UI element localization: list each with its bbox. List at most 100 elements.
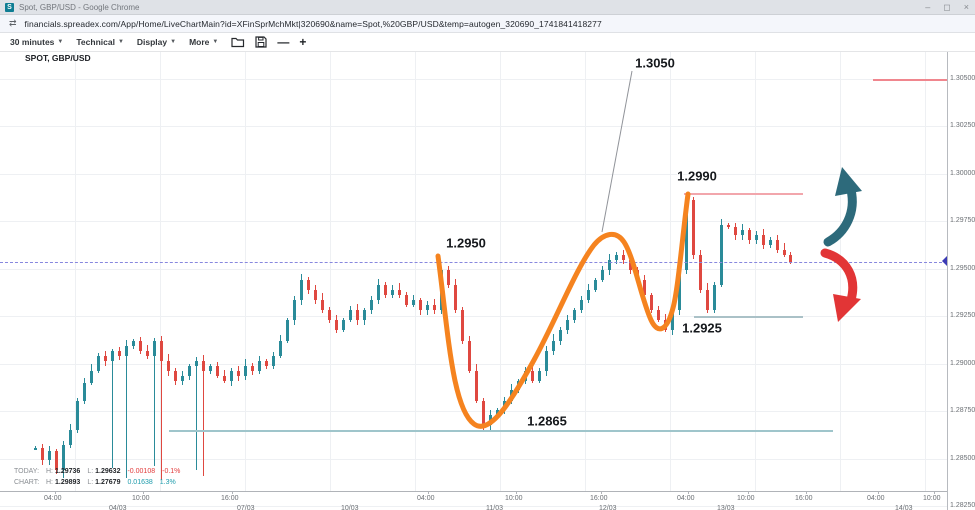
date-axis-label: 04/03 bbox=[109, 505, 127, 510]
minimize-button[interactable]: – bbox=[925, 0, 930, 15]
time-axis-tick bbox=[143, 491, 144, 494]
price-legend: TODAY: H: 1.29736 L: 1.29632 -0.00108 -0… bbox=[14, 466, 187, 488]
h-gridline bbox=[0, 174, 947, 175]
candle-body bbox=[69, 430, 72, 445]
tab-switch-icon[interactable]: ⇄ bbox=[9, 18, 17, 29]
price-axis[interactable] bbox=[947, 52, 975, 510]
annotation-pointer-line bbox=[602, 71, 632, 232]
candle-body bbox=[111, 351, 114, 361]
candle-body bbox=[419, 300, 422, 310]
interval-dropdown[interactable]: 30 minutes ▼ bbox=[10, 37, 63, 47]
chevron-down-icon: ▼ bbox=[118, 39, 124, 45]
price-axis-label: 1.28500 bbox=[950, 455, 975, 462]
time-axis-tick bbox=[878, 491, 879, 494]
technical-dropdown[interactable]: Technical ▼ bbox=[76, 37, 124, 47]
window-titlebar: S Spot, GBP/USD - Google Chrome – ◻ × bbox=[0, 0, 975, 15]
candle-body bbox=[384, 285, 387, 295]
candle-body bbox=[503, 401, 506, 410]
candle-body bbox=[601, 270, 604, 280]
legend-row-chart: CHART: H: 1.29893 L: 1.27679 0.01638 1.3… bbox=[14, 477, 187, 488]
v-gridline bbox=[670, 52, 671, 491]
candle-body bbox=[734, 227, 737, 235]
date-axis-label: 14/03 bbox=[895, 505, 913, 510]
chart-high: 1.29893 bbox=[55, 479, 80, 486]
candle-body bbox=[517, 381, 520, 390]
today-high: 1.29736 bbox=[55, 468, 80, 475]
maximize-button[interactable]: ◻ bbox=[943, 0, 950, 15]
time-axis-tick bbox=[806, 491, 807, 494]
symbol-label: SPOT, GBP/USD bbox=[25, 53, 91, 63]
time-axis-tick bbox=[688, 491, 689, 494]
price-axis-label: 1.28750 bbox=[950, 407, 975, 414]
candle-body bbox=[356, 310, 359, 320]
candle-body bbox=[300, 280, 303, 300]
candle-body bbox=[398, 290, 401, 295]
candle-body bbox=[412, 300, 415, 305]
candle-body bbox=[342, 320, 345, 330]
support-resistance-line bbox=[169, 430, 833, 432]
candle-body bbox=[496, 410, 499, 415]
candle-body bbox=[279, 341, 282, 356]
candle-body bbox=[573, 310, 576, 320]
open-chart-button[interactable] bbox=[231, 36, 245, 48]
close-button[interactable]: × bbox=[964, 0, 969, 15]
price-annotation: 1.2950 bbox=[446, 236, 486, 251]
price-annotation: 1.2990 bbox=[677, 169, 717, 184]
v-gridline bbox=[330, 52, 331, 491]
candle-body bbox=[510, 390, 513, 401]
candle-body bbox=[132, 341, 135, 346]
price-annotation: 1.2865 bbox=[527, 414, 567, 429]
candle-body bbox=[545, 351, 548, 371]
candle-wick bbox=[203, 355, 204, 476]
time-axis-label: 16:00 bbox=[795, 495, 813, 502]
candle-body bbox=[769, 240, 772, 245]
price-annotation: 1.2925 bbox=[682, 321, 722, 336]
today-change: -0.00108 bbox=[127, 468, 155, 475]
window-title: Spot, GBP/USD - Google Chrome bbox=[19, 3, 140, 12]
candle-body bbox=[454, 285, 457, 310]
time-axis-label: 10:00 bbox=[132, 495, 150, 502]
display-dropdown[interactable]: Display ▼ bbox=[137, 37, 176, 47]
time-axis-label: 04:00 bbox=[44, 495, 62, 502]
v-gridline bbox=[585, 52, 586, 491]
price-axis-label: 1.28250 bbox=[950, 502, 975, 509]
zoom-in-button[interactable]: + bbox=[299, 35, 306, 49]
candle-body bbox=[223, 376, 226, 381]
down-trend-arrow bbox=[825, 253, 861, 322]
candle-body bbox=[160, 341, 163, 361]
h-gridline bbox=[0, 459, 947, 460]
candle-body bbox=[671, 310, 674, 330]
candle-body bbox=[741, 230, 744, 235]
h-gridline bbox=[0, 79, 947, 80]
time-axis-label: 10:00 bbox=[923, 495, 941, 502]
candle-body bbox=[699, 255, 702, 290]
v-gridline bbox=[755, 52, 756, 491]
current-price-line bbox=[0, 262, 947, 263]
more-dropdown[interactable]: More ▼ bbox=[189, 37, 218, 47]
v-gridline bbox=[245, 52, 246, 491]
h-gridline bbox=[0, 126, 947, 127]
candle-body bbox=[678, 270, 681, 310]
today-low: 1.29632 bbox=[95, 468, 120, 475]
candle-body bbox=[335, 320, 338, 330]
candle-body bbox=[195, 361, 198, 366]
technical-label: Technical bbox=[76, 37, 115, 47]
save-chart-button[interactable] bbox=[255, 36, 267, 48]
candle-body bbox=[209, 366, 212, 371]
low-key: L: bbox=[87, 468, 93, 475]
candle-body bbox=[615, 255, 618, 260]
candle-wick bbox=[112, 349, 113, 468]
minus-icon: — bbox=[277, 35, 289, 49]
chart-change-pct: 1.3% bbox=[160, 479, 176, 486]
legend-row-today: TODAY: H: 1.29736 L: 1.29632 -0.00108 -0… bbox=[14, 466, 187, 477]
candle-body bbox=[321, 300, 324, 310]
candle-body bbox=[230, 371, 233, 381]
candle-body bbox=[293, 300, 296, 320]
address-url[interactable]: financials.spreadex.com/App/Home/LiveCha… bbox=[25, 19, 602, 29]
candle-wick bbox=[154, 338, 155, 466]
legend-label: CHART: bbox=[14, 479, 46, 486]
v-gridline bbox=[415, 52, 416, 491]
zoom-out-button[interactable]: — bbox=[277, 35, 289, 49]
time-axis-tick bbox=[516, 491, 517, 494]
save-icon bbox=[255, 36, 267, 48]
